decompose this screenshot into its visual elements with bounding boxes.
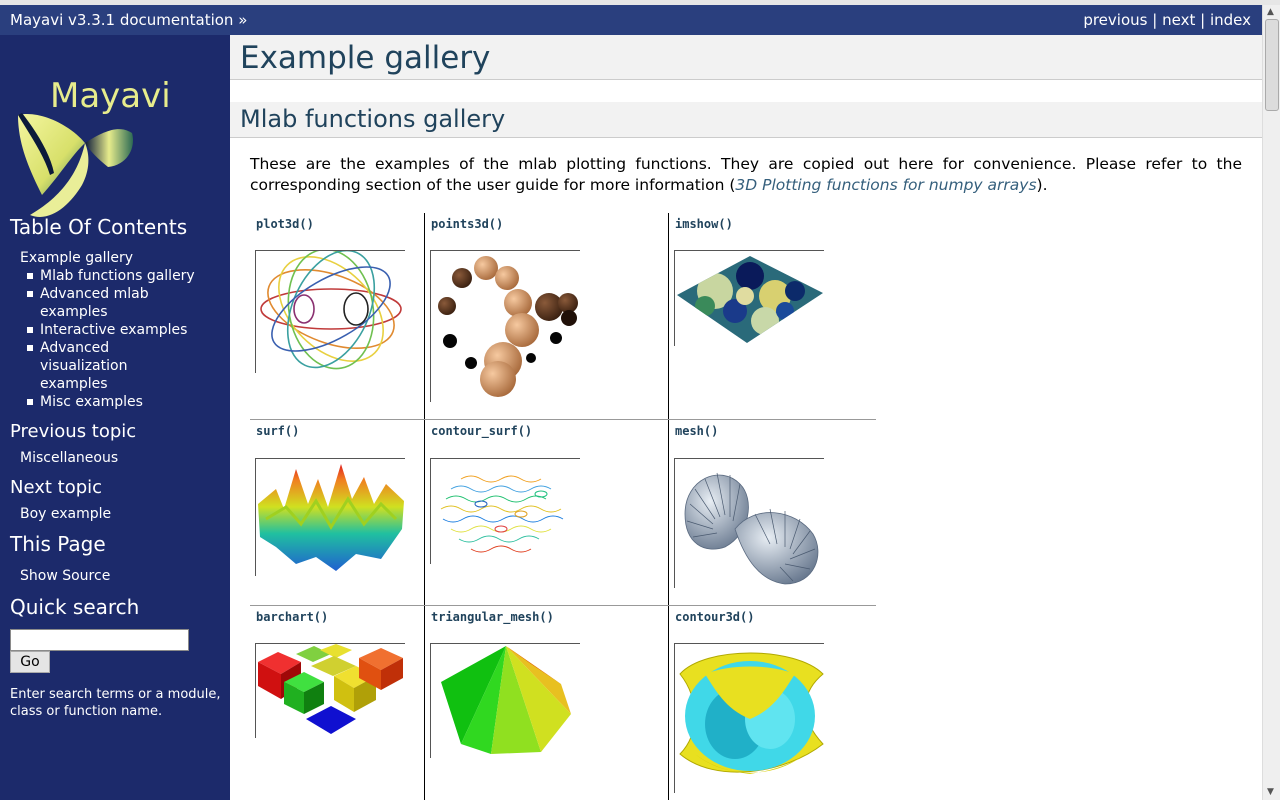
gallery-link-surf[interactable]: surf() [256, 424, 299, 438]
separator: | [1200, 11, 1206, 29]
quick-search-heading: Quick search [10, 595, 140, 619]
index-link[interactable]: index [1210, 11, 1251, 29]
page-title: Example gallery [240, 40, 491, 76]
page-title-bar: Example gallery [230, 35, 1262, 80]
this-page-heading: This Page [10, 532, 106, 556]
bullet [27, 291, 33, 297]
scroll-up-icon[interactable]: ▲ [1267, 7, 1274, 17]
sidebar: Mayavi Table Of Contents Example gallery… [0, 35, 230, 800]
toc-item-mlab-functions-gallery[interactable]: Mlab functions gallery [40, 267, 220, 285]
barchart-image [258, 644, 403, 734]
toc-item-advanced-visualization-examples[interactable]: Advanced visualization examples [40, 339, 140, 393]
scroll-thumb[interactable] [1265, 19, 1279, 111]
next-topic-link[interactable]: Boy example [20, 505, 111, 523]
thumbnail-mesh[interactable] [674, 458, 824, 588]
gallery-link-imshow[interactable]: imshow() [675, 217, 733, 231]
thumbnail-contour3d[interactable] [674, 643, 824, 793]
contour-surf-image [440, 475, 564, 553]
previous-link[interactable]: previous [1083, 11, 1147, 29]
contour3d-image [679, 652, 824, 774]
toc-item-example-gallery[interactable]: Example gallery [20, 249, 133, 267]
gallery-link-barchart[interactable]: barchart() [256, 610, 328, 624]
intro-paragraph: These are the examples of the mlab plott… [250, 154, 1242, 196]
gallery-divider [668, 213, 669, 800]
gallery-link-triangular-mesh[interactable]: triangular_mesh() [431, 610, 554, 624]
toc-heading: Table Of Contents [10, 215, 188, 239]
related-links: previous | next | index [1083, 11, 1251, 29]
thumbnail-plot3d[interactable] [255, 250, 405, 373]
toc-item-interactive-examples[interactable]: Interactive examples [40, 321, 220, 339]
triangular-mesh-image [441, 646, 571, 754]
search-input[interactable] [10, 629, 189, 651]
bullet [27, 273, 33, 279]
gallery-row-divider [250, 605, 876, 606]
gallery-link-points3d[interactable]: points3d() [431, 217, 503, 231]
thumbnail-triangular-mesh[interactable] [430, 643, 580, 758]
previous-topic-link[interactable]: Miscellaneous [20, 449, 118, 467]
thumbnail-contour-surf[interactable] [430, 458, 580, 564]
scroll-down-icon[interactable]: ▼ [1267, 787, 1274, 797]
search-hint: Enter search terms or a module, class or… [10, 687, 221, 719]
next-link[interactable]: next [1162, 11, 1195, 29]
section-title-bar: Mlab functions gallery [230, 102, 1262, 138]
gallery-link-contour3d[interactable]: contour3d() [675, 610, 754, 624]
bullet [27, 399, 33, 405]
separator: | [1152, 11, 1158, 29]
go-button[interactable]: Go [10, 651, 50, 673]
thumbnail-surf[interactable] [255, 458, 405, 576]
main-content: Example gallery Mlab functions gallery T… [230, 35, 1262, 800]
gallery-link-contour-surf[interactable]: contour_surf() [431, 424, 532, 438]
mayavi-logo[interactable]: Mayavi [10, 55, 175, 235]
bullet [27, 327, 33, 333]
gallery-row-divider [250, 419, 876, 420]
next-topic-heading: Next topic [10, 477, 103, 498]
imshow-image [677, 256, 823, 343]
toc-item-advanced-mlab-examples[interactable]: Advanced mlab examples [40, 285, 165, 321]
docs-home-link[interactable]: Mayavi v3.3.1 documentation » [10, 11, 247, 29]
logo-text: Mayavi [50, 76, 171, 116]
mesh-image [684, 472, 819, 585]
points3d-image [438, 256, 578, 397]
related-nav-bar: Mayavi v3.3.1 documentation » previous |… [0, 5, 1262, 35]
surf-image [258, 464, 404, 571]
intro-end: ). [1036, 176, 1048, 194]
thumbnail-imshow[interactable] [674, 250, 824, 346]
thumbnail-points3d[interactable] [430, 250, 580, 402]
gallery-link-plot3d[interactable]: plot3d() [256, 217, 314, 231]
plot3d-image [260, 251, 402, 370]
bullet [27, 345, 33, 351]
vertical-scrollbar[interactable]: ▲ ▼ [1262, 5, 1280, 800]
section-title: Mlab functions gallery [240, 105, 506, 133]
previous-topic-heading: Previous topic [10, 421, 137, 442]
plotting-functions-link[interactable]: 3D Plotting functions for numpy arrays [735, 176, 1036, 194]
gallery-divider [424, 213, 425, 800]
gallery-link-mesh[interactable]: mesh() [675, 424, 718, 438]
toc-item-misc-examples[interactable]: Misc examples [40, 393, 220, 411]
thumbnail-barchart[interactable] [255, 643, 405, 738]
show-source-link[interactable]: Show Source [20, 567, 110, 585]
